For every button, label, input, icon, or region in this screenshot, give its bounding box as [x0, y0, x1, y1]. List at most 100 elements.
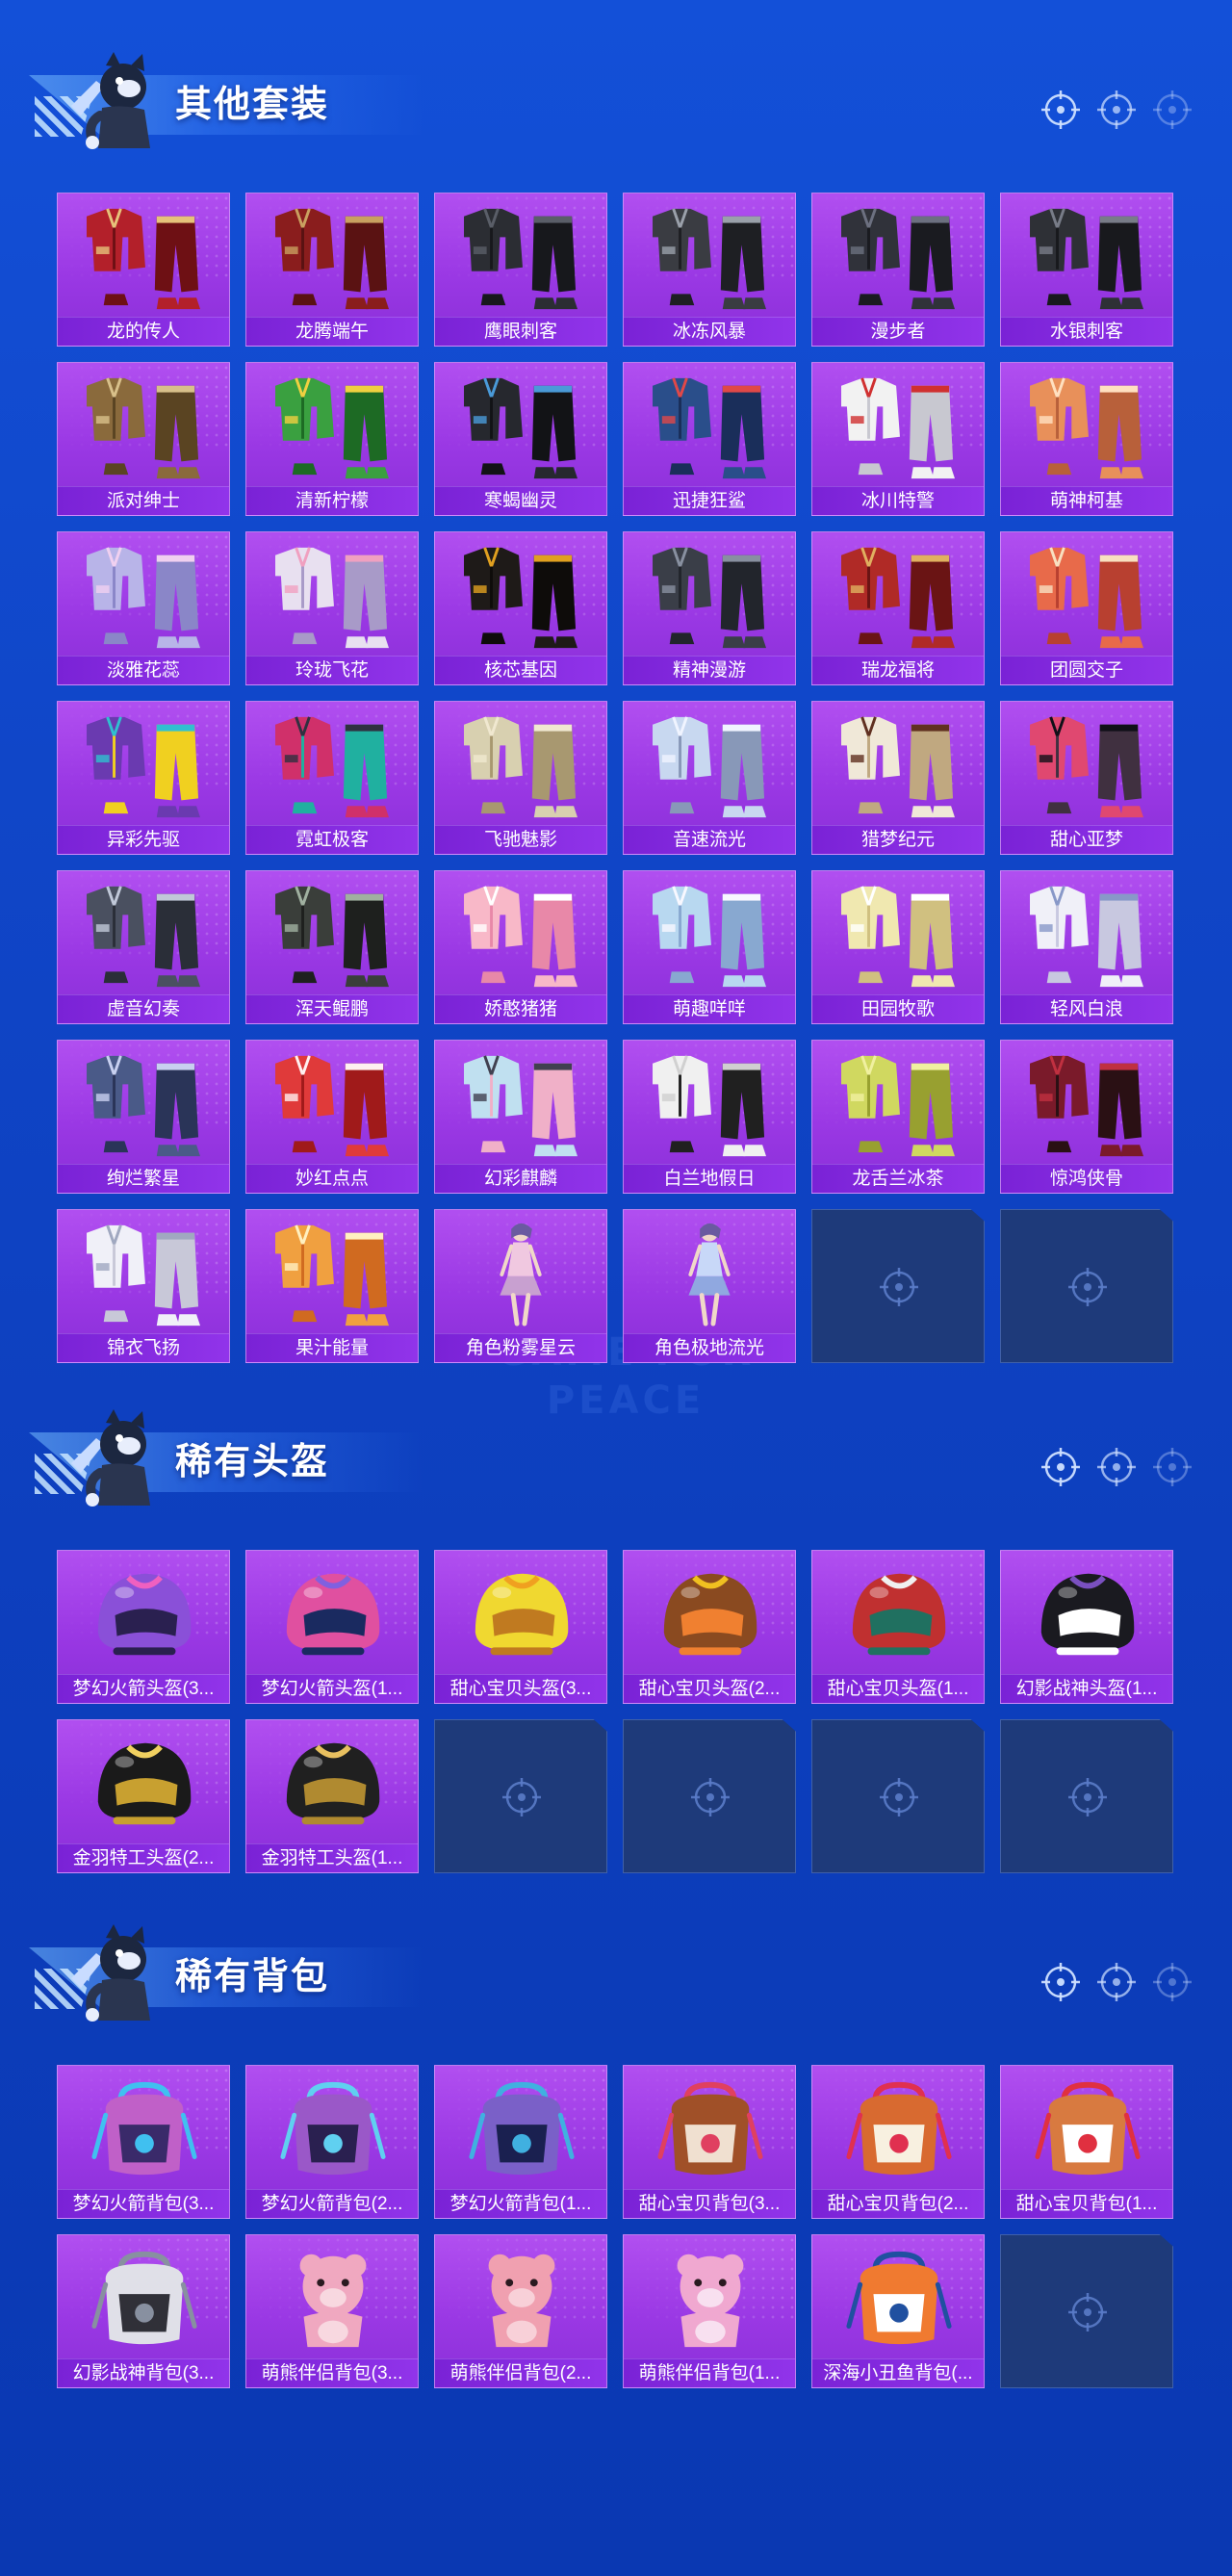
outfit-card[interactable]: 霓虹极客 [245, 701, 419, 855]
item-name: 梦幻火箭背包(2... [246, 2189, 418, 2218]
outfit-card[interactable]: 核芯基因 [434, 531, 607, 685]
backpack-card[interactable]: 幻影战神背包(3... [57, 2234, 230, 2388]
backpack-icon [832, 2241, 966, 2355]
outfit-icon [77, 877, 212, 991]
outfit-card[interactable]: 绚烂繁星 [57, 1040, 230, 1194]
outfit-card[interactable]: 玲珑飞花 [245, 531, 419, 685]
outfit-card[interactable]: 寒蝎幽灵 [434, 362, 607, 516]
item-name: 迅捷狂鲨 [624, 486, 795, 515]
outfit-card[interactable]: 果汁能量 [245, 1209, 419, 1363]
crosshair-decoration [1040, 1961, 1203, 2003]
outfit-card[interactable]: 白兰地假日 [623, 1040, 796, 1194]
item-name: 浑天鲲鹏 [246, 994, 418, 1023]
outfit-card[interactable]: 冰冻风暴 [623, 193, 796, 347]
backpack-icon [1020, 2072, 1155, 2185]
outfit-card[interactable]: 田园牧歌 [811, 870, 985, 1024]
outfit-icon [266, 1046, 400, 1160]
item-name: 娇憨猪猪 [435, 994, 606, 1023]
backpack-card[interactable]: 梦幻火箭背包(2... [245, 2065, 419, 2219]
item-name: 龙舌兰冰茶 [812, 1164, 984, 1193]
outfit-card[interactable]: 锦衣飞扬 [57, 1209, 230, 1363]
item-name: 萌趣咩咩 [624, 994, 795, 1023]
outfit-icon [77, 369, 212, 482]
outfit-card[interactable]: 浑天鲲鹏 [245, 870, 419, 1024]
helmet-card[interactable]: 梦幻火箭头盔(3... [57, 1550, 230, 1704]
outfit-card[interactable]: 娇憨猪猪 [434, 870, 607, 1024]
outfit-card[interactable]: 猎梦纪元 [811, 701, 985, 855]
item-name: 核芯基因 [435, 656, 606, 684]
outfit-card[interactable]: 甜心亚梦 [1000, 701, 1173, 855]
helmet-card[interactable]: 梦幻火箭头盔(1... [245, 1550, 419, 1704]
crosshair-icon [878, 1776, 920, 1818]
section-title: 其他套装 [175, 85, 330, 125]
item-name: 锦衣飞扬 [58, 1333, 229, 1362]
outfit-card[interactable]: 角色粉雾星云 [434, 1209, 607, 1363]
outfit-card[interactable]: 龙舌兰冰茶 [811, 1040, 985, 1194]
item-name: 音速流光 [624, 825, 795, 854]
item-name: 萌熊伴侣背包(3... [246, 2358, 418, 2387]
crosshair-icon [1066, 1266, 1109, 1308]
item-name: 精神漫游 [624, 656, 795, 684]
outfit-card[interactable]: 妙红点点 [245, 1040, 419, 1194]
backpack-card[interactable]: 梦幻火箭背包(3... [57, 2065, 230, 2219]
outfit-icon [643, 708, 778, 821]
outfit-card[interactable]: 轻风白浪 [1000, 870, 1173, 1024]
outfit-card[interactable]: 漫步者 [811, 193, 985, 347]
outfit-card[interactable]: 惊鸿侠骨 [1000, 1040, 1173, 1194]
backpack-icon [454, 2072, 589, 2185]
mascot-icon [58, 48, 173, 154]
outfit-card[interactable]: 幻彩麒麟 [434, 1040, 607, 1194]
outfit-card[interactable]: 精神漫游 [623, 531, 796, 685]
backpack-card[interactable]: 甜心宝贝背包(3... [623, 2065, 796, 2219]
item-name: 冰冻风暴 [624, 317, 795, 346]
outfit-card[interactable]: 萌趣咩咩 [623, 870, 796, 1024]
helmet-card[interactable]: 金羽特工头盔(1... [245, 1719, 419, 1873]
item-name: 冰川特警 [812, 486, 984, 515]
outfit-icon [454, 708, 589, 821]
outfit-icon [77, 538, 212, 652]
item-name: 飞驰魅影 [435, 825, 606, 854]
outfit-card[interactable]: 瑞龙福将 [811, 531, 985, 685]
outfit-card[interactable]: 淡雅花蕊 [57, 531, 230, 685]
item-name: 白兰地假日 [624, 1164, 795, 1193]
backpack-card[interactable]: 萌熊伴侣背包(1... [623, 2234, 796, 2388]
outfit-card[interactable]: 音速流光 [623, 701, 796, 855]
outfit-card[interactable]: 异彩先驱 [57, 701, 230, 855]
crosshair-icon [1095, 89, 1138, 131]
outfit-icon [454, 877, 589, 991]
helmet-card[interactable]: 甜心宝贝头盔(1... [811, 1550, 985, 1704]
outfit-icon [266, 708, 400, 821]
item-name: 淡雅花蕊 [58, 656, 229, 684]
outfit-card[interactable]: 龙腾端午 [245, 193, 419, 347]
helmet-card[interactable]: 金羽特工头盔(2... [57, 1719, 230, 1873]
item-grid: 梦幻火箭背包(3... 梦幻火箭背包(2... 梦幻火箭背包(1... 甜心宝贝背包(… [57, 2065, 1212, 2548]
outfit-card[interactable]: 角色极地流光 [623, 1209, 796, 1363]
backpack-card[interactable]: 甜心宝贝背包(1... [1000, 2065, 1173, 2219]
outfit-card[interactable]: 团圆交子 [1000, 531, 1173, 685]
outfit-card[interactable]: 派对绅士 [57, 362, 230, 516]
outfit-card[interactable]: 飞驰魅影 [434, 701, 607, 855]
backpack-card[interactable]: 甜心宝贝背包(2... [811, 2065, 985, 2219]
helmet-card[interactable]: 甜心宝贝头盔(3... [434, 1550, 607, 1704]
outfit-card[interactable]: 龙的传人 [57, 193, 230, 347]
outfit-icon [454, 369, 589, 482]
outfit-card[interactable]: 冰川特警 [811, 362, 985, 516]
helmet-card[interactable]: 幻影战神头盔(1... [1000, 1550, 1173, 1704]
backpack-card[interactable]: 萌熊伴侣背包(3... [245, 2234, 419, 2388]
outfit-card[interactable]: 鹰眼刺客 [434, 193, 607, 347]
backpack-card[interactable]: 萌熊伴侣背包(2... [434, 2234, 607, 2388]
outfit-card[interactable]: 萌神柯基 [1000, 362, 1173, 516]
backpack-card[interactable]: 深海小丑鱼背包(... [811, 2234, 985, 2388]
item-name: 绚烂繁星 [58, 1164, 229, 1193]
outfit-card[interactable]: 水银刺客 [1000, 193, 1173, 347]
outfit-card[interactable]: 清新柠檬 [245, 362, 419, 516]
backpack-card[interactable]: 梦幻火箭背包(1... [434, 2065, 607, 2219]
outfit-card[interactable]: 迅捷狂鲨 [623, 362, 796, 516]
outfit-card[interactable]: 虚音幻奏 [57, 870, 230, 1024]
crosshair-icon [1066, 2291, 1109, 2333]
helmet-card[interactable]: 甜心宝贝头盔(2... [623, 1550, 796, 1704]
item-name: 梦幻火箭背包(3... [58, 2189, 229, 2218]
item-name: 龙腾端午 [246, 317, 418, 346]
item-name: 角色粉雾星云 [435, 1333, 606, 1362]
item-name: 玲珑飞花 [246, 656, 418, 684]
